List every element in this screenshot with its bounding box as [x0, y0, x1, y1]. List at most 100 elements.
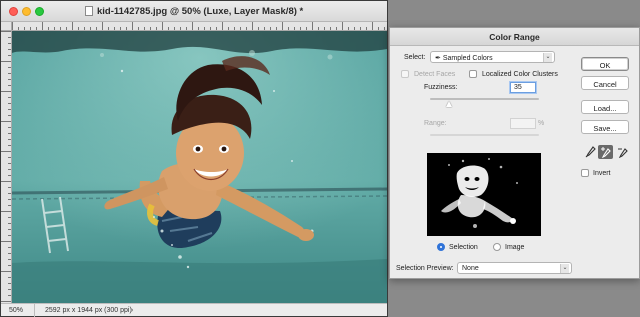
fuzziness-slider[interactable]	[430, 98, 539, 100]
range-unit: %	[538, 120, 545, 127]
cancel-button[interactable]: Cancel	[581, 76, 629, 90]
detect-faces-checkbox[interactable]	[401, 70, 409, 78]
ruler-tick	[1, 61, 11, 62]
document-title-bar[interactable]: kid-1142785.jpg @ 50% (Luxe, Layer Mask/…	[1, 1, 387, 22]
document-window: kid-1142785.jpg @ 50% (Luxe, Layer Mask/…	[0, 0, 388, 317]
ruler-tick	[8, 163, 11, 164]
ruler-tick	[1, 181, 11, 182]
ruler-tick	[234, 27, 235, 30]
eyedropper-small-icon: ✒	[435, 55, 441, 62]
selection-preview-label: Selection Preview:	[396, 265, 454, 272]
ruler-tick	[8, 79, 11, 80]
ruler-tick	[8, 253, 11, 254]
ruler-tick	[30, 27, 31, 30]
eyedropper-plus-icon[interactable]	[598, 145, 613, 159]
ruler-tick	[8, 73, 11, 74]
ruler-tick	[156, 27, 157, 30]
eyedropper-minus-icon[interactable]	[615, 145, 630, 159]
chevron-down-icon: ⌄	[560, 264, 569, 273]
close-window-button[interactable]	[9, 7, 18, 16]
fuzziness-slider-thumb[interactable]	[445, 101, 452, 107]
ruler-tick	[276, 27, 277, 30]
ruler-tick	[204, 27, 205, 30]
ruler-tick	[8, 193, 11, 194]
fuzziness-input[interactable]: 35	[510, 82, 536, 93]
ruler-tick	[78, 27, 79, 30]
ruler-tick	[246, 27, 247, 30]
selection-preview-value: None	[462, 265, 479, 272]
document-file-icon	[85, 6, 93, 16]
ruler-origin[interactable]	[1, 22, 12, 31]
ok-button[interactable]: OK	[581, 57, 629, 71]
select-label: Select:	[404, 54, 426, 61]
ruler-tick	[306, 27, 307, 30]
ruler-tick	[8, 157, 11, 158]
localized-clusters-label: Localized Color Clusters	[482, 71, 558, 78]
ruler-tick	[18, 27, 19, 30]
ruler-tick	[102, 22, 103, 30]
ruler-tick	[342, 22, 343, 30]
selection-radio[interactable]	[437, 243, 445, 251]
select-dropdown[interactable]: ✒ Sampled Colors ⌄	[430, 51, 555, 63]
range-slider[interactable]	[430, 134, 539, 136]
ruler-tick	[8, 49, 11, 50]
vertical-ruler[interactable]	[1, 31, 12, 303]
ruler-tick	[192, 22, 193, 30]
horizontal-ruler[interactable]	[12, 22, 387, 31]
ruler-tick	[378, 27, 379, 30]
ruler-tick	[8, 139, 11, 140]
invert-checkbox[interactable]	[581, 169, 589, 177]
document-status-bar: 50% 2592 px x 1944 px (300 ppi) ›	[1, 303, 387, 317]
image-canvas[interactable]	[12, 31, 387, 303]
ruler-tick	[8, 223, 11, 224]
image-radio[interactable]	[493, 243, 501, 251]
select-dropdown-value: Sampled Colors	[442, 55, 493, 62]
save-button[interactable]: Save...	[581, 120, 629, 134]
ruler-tick	[48, 27, 49, 30]
ruler-tick	[180, 27, 181, 30]
range-input[interactable]	[510, 118, 536, 129]
ruler-tick	[1, 211, 11, 212]
ruler-tick	[114, 27, 115, 30]
ruler-tick	[8, 175, 11, 176]
ruler-tick	[8, 205, 11, 206]
ruler-tick	[8, 37, 11, 38]
ruler-tick	[300, 27, 301, 30]
ruler-tick	[144, 27, 145, 30]
color-range-dialog: Color Range Select: ✒ Sampled Colors ⌄ D…	[389, 27, 640, 279]
minimize-window-button[interactable]	[22, 7, 31, 16]
ruler-tick	[168, 27, 169, 30]
eyedropper-icon[interactable]	[583, 145, 598, 159]
ruler-tick	[360, 27, 361, 30]
ruler-tick	[8, 283, 11, 284]
zoom-level-field[interactable]: 50%	[1, 304, 35, 317]
range-label: Range:	[424, 120, 447, 127]
ruler-tick	[174, 27, 175, 30]
localized-clusters-checkbox[interactable]	[469, 70, 477, 78]
ruler-tick	[72, 22, 73, 30]
ruler-tick	[324, 27, 325, 30]
ruler-tick	[8, 103, 11, 104]
selection-preview-thumbnail	[427, 153, 541, 236]
ruler-tick	[8, 55, 11, 56]
ruler-tick	[8, 43, 11, 44]
ruler-tick	[60, 27, 61, 30]
ruler-tick	[120, 27, 121, 30]
ruler-tick	[1, 151, 11, 152]
ruler-tick	[84, 27, 85, 30]
selection-preview-dropdown[interactable]: None ⌄	[457, 262, 572, 274]
ruler-tick	[36, 27, 37, 30]
ruler-tick	[366, 27, 367, 30]
ruler-tick	[264, 27, 265, 30]
ruler-tick	[8, 109, 11, 110]
ruler-tick	[150, 27, 151, 30]
zoom-window-button[interactable]	[35, 7, 44, 16]
ruler-tick	[210, 27, 211, 30]
image-radio-label: Image	[505, 244, 525, 251]
ruler-tick	[8, 247, 11, 248]
load-button[interactable]: Load...	[581, 100, 629, 114]
ruler-tick	[42, 22, 43, 30]
status-menu-arrow-icon[interactable]: ›	[131, 307, 133, 314]
document-info: 2592 px x 1944 px (300 ppi)	[45, 307, 132, 314]
chevron-down-icon: ⌄	[543, 53, 552, 62]
